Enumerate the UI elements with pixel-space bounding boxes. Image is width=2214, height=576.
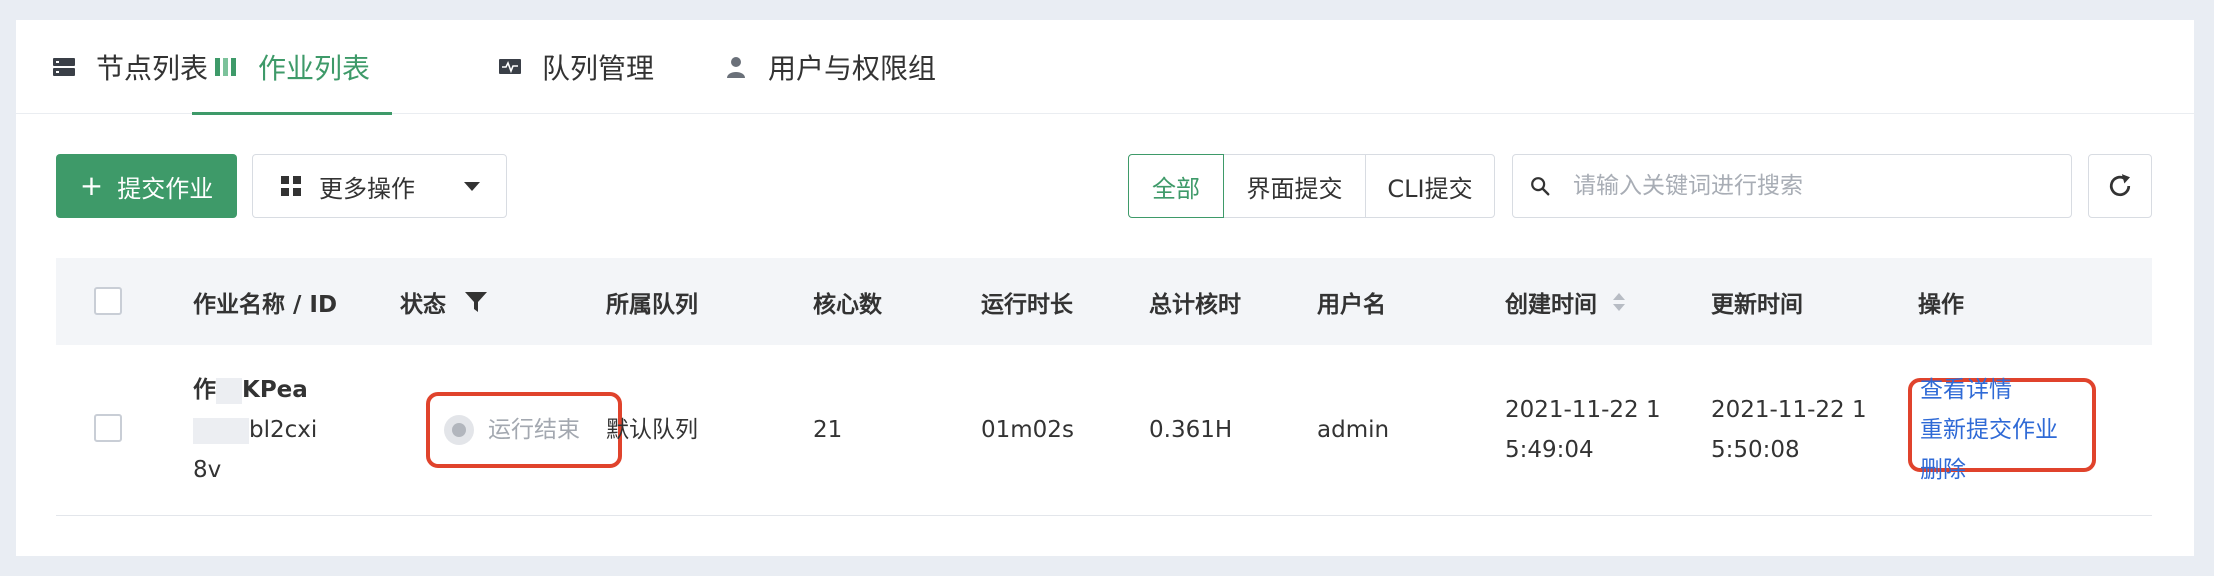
search-input[interactable] [1573,173,2043,199]
sort-icon[interactable] [1611,290,1627,314]
chevron-down-icon [464,182,480,191]
column-header-status: 状态 [400,258,488,345]
column-header-duration: 运行时长 [981,291,1073,318]
tab-label: 用户与权限组 [768,52,937,85]
status-dot-icon [444,415,474,445]
status-text: 运行结束 [488,417,580,443]
cores-cell: 21 [813,417,843,443]
column-header-updated: 更新时间 [1711,291,1803,318]
tab-bar: 节点列表 作业列表 队列管理 用户与权限组 [16,20,2194,115]
submit-job-label: 提交作业 [117,174,214,203]
created-time-cell: 2021-11-22 1 5:49:04 [1505,390,1661,470]
job-name-part: 作 [193,377,216,403]
column-header-created[interactable]: 创建时间 [1505,258,1627,345]
actions-cell: 查看详情 重新提交作业 删除 [1920,370,2058,490]
more-actions-label: 更多操作 [319,174,415,203]
submit-source-filter: 全部 界面提交 CLI提交 [1128,154,1495,218]
created-time-line: 5:49:04 [1505,437,1594,463]
queue-cell: 默认队列 [606,417,698,443]
refresh-icon [2109,174,2131,197]
redacted-mask [216,377,242,404]
tab-user-permissions[interactable]: 用户与权限组 [724,20,936,114]
refresh-button[interactable] [2088,154,2152,218]
table-header: 作业名称 / ID 状态 所属队列 核心数 运行时长 总计核时 用户名 创建时间… [56,258,2152,345]
job-name-cell[interactable]: 作 KPea bl2cxi 8v [193,370,353,490]
redacted-mask [193,417,249,444]
select-all-checkbox[interactable] [94,287,122,315]
job-name-part: bl2cxi [249,417,318,443]
monitor-icon [499,59,521,74]
filter-ui-submit[interactable]: 界面提交 [1223,154,1366,218]
updated-time-line: 2021-11-22 1 [1711,397,1867,423]
search-box [1512,154,2072,218]
column-header-status-label: 状态 [400,291,446,318]
view-details-link[interactable]: 查看详情 [1920,370,2058,410]
updated-time-cell: 2021-11-22 1 5:50:08 [1711,390,1867,470]
more-actions-dropdown[interactable]: 更多操作 [252,154,507,218]
filter-icon[interactable] [464,290,488,314]
column-header-name: 作业名称 / ID [193,291,338,318]
username-cell: admin [1317,417,1390,443]
job-name-part: 8v [193,457,222,483]
column-header-actions: 操作 [1918,291,1964,318]
plus-icon: + [79,169,104,202]
job-panel: 节点列表 作业列表 队列管理 用户与权限组 + 提交作业 更多操作 全部 界面提… [16,20,2194,556]
column-header-username: 用户名 [1317,291,1386,318]
duration-cell: 01m02s [981,417,1074,443]
row-checkbox[interactable] [94,414,122,442]
user-icon [727,57,745,78]
column-header-core-hours: 总计核时 [1149,291,1241,318]
tab-node-list[interactable]: 节点列表 [52,20,208,114]
column-header-created-label: 创建时间 [1505,291,1597,318]
delete-link[interactable]: 删除 [1920,450,2058,490]
updated-time-line: 5:50:08 [1711,437,1800,463]
created-time-line: 2021-11-22 1 [1505,397,1661,423]
table-row: 作 KPea bl2cxi 8v 运行结束 默认队列 21 01m02s 0.36… [56,345,2152,516]
job-name-part: KPea [242,377,308,403]
resubmit-job-link[interactable]: 重新提交作业 [1920,410,2058,450]
filter-cli-submit[interactable]: CLI提交 [1365,154,1495,218]
core-hours-cell: 0.361H [1149,417,1233,443]
tab-label: 作业列表 [258,52,371,85]
grid-icon [281,176,301,196]
tab-job-list[interactable]: 作业列表 [192,20,393,115]
filter-all[interactable]: 全部 [1128,154,1224,218]
columns-icon [215,58,236,76]
search-icon [1531,177,1550,196]
submit-job-button[interactable]: + 提交作业 [56,154,237,218]
tab-queue-management[interactable]: 队列管理 [498,20,654,114]
column-header-cores: 核心数 [813,291,882,318]
tab-label: 队列管理 [542,52,655,85]
column-header-queue: 所属队列 [606,291,698,318]
server-icon [53,58,75,76]
